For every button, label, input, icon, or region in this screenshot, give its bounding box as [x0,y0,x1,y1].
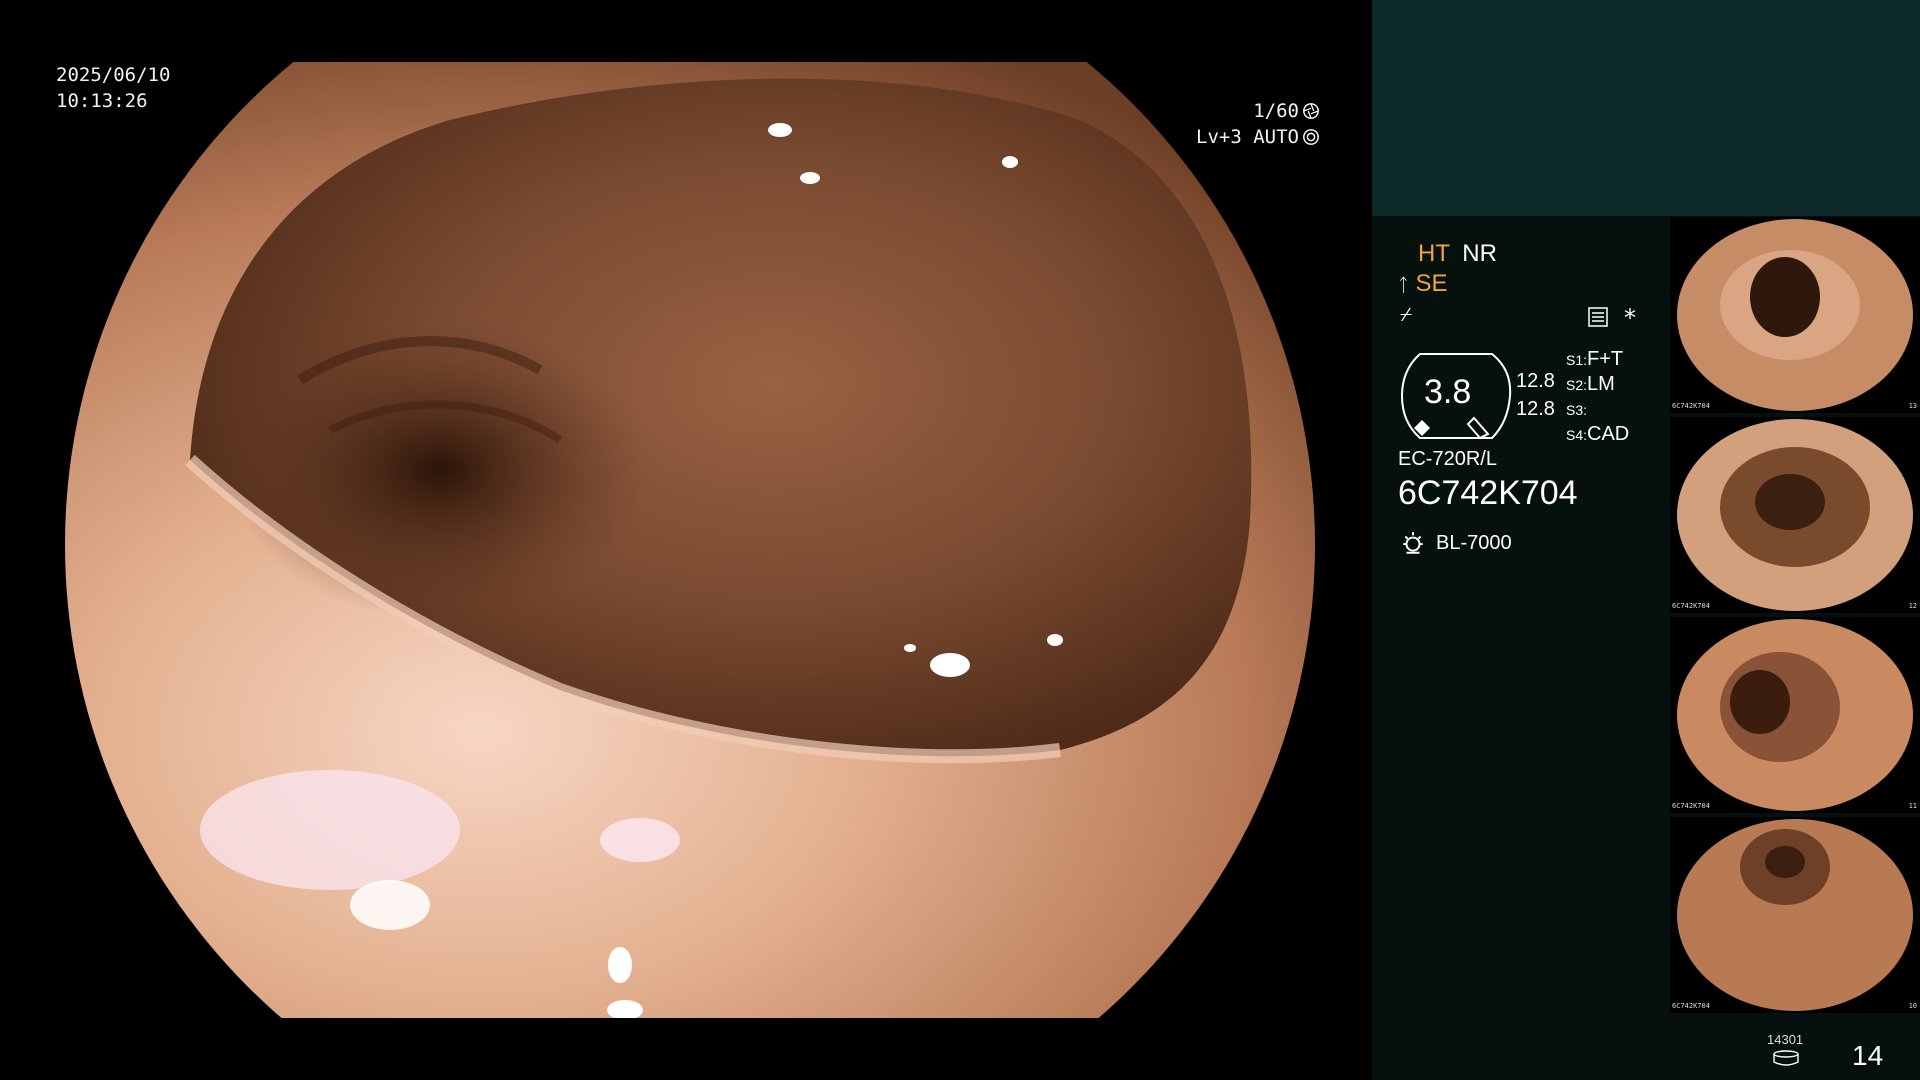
date-time-display: 2025/06/10 10:13:26 [56,62,170,114]
scope-serial: 6C742K704 [1398,474,1578,512]
light-source-model: BL-7000 [1436,532,1512,554]
light-source-icon [1403,532,1423,554]
iris-mode-text: Lv+3 AUTO [1196,126,1299,148]
thumbnail-number: 12 [1908,602,1917,610]
shutter-speed-text: 1/60 [1253,100,1299,122]
value-2: 12.8 [1516,398,1555,420]
settings-icon [1588,307,1608,327]
s2-label: S2: [1566,377,1588,393]
panel-header [1372,0,1920,216]
storage-count: 14301 [1767,1032,1804,1047]
thumbnail-number: 10 [1908,1002,1917,1010]
ht-indicator: HT [1418,240,1450,267]
thumbnail[interactable]: 6C742K704 10 [1670,817,1920,1013]
thumbnail[interactable]: 6C742K704 11 [1670,617,1920,813]
asterisk-icon: * [1624,304,1636,332]
thumbnail-label: 6C742K704 [1672,402,1710,410]
image-number: 14 [1852,1040,1884,1071]
zoom-value: 3.8 [1424,373,1472,411]
thumbnail-strip: 6C742K704 13 6C742K704 12 6C742K704 11 6… [1670,217,1920,1017]
thumbnail-label: 6C742K704 [1672,1002,1710,1010]
enhancement-icon: ᛏ [1398,275,1409,295]
s1-value: F+T [1587,348,1624,370]
s1-label: S1: [1566,352,1588,368]
thumbnail[interactable]: 6C742K704 13 [1670,217,1920,413]
nr-indicator: NR [1462,240,1497,267]
storage-icon [1773,1050,1799,1066]
info-panel: HT NR ᛏ SE ⌿ * 3.8 12.8 12.8 S1:F+T S2:L… [1372,0,1920,1080]
value-1: 12.8 [1516,370,1555,392]
s3-label: S3: [1566,402,1588,418]
endoscopic-image [0,0,1372,1080]
time-text: 10:13:26 [56,90,148,112]
iris-icon [1303,129,1319,145]
thumbnail-number: 13 [1908,402,1917,410]
date-text: 2025/06/10 [56,64,171,86]
s2-value: LM [1587,373,1615,395]
color-mode-icon: ⌿ [1400,302,1412,326]
thumbnail-label: 6C742K704 [1672,602,1710,610]
scope-model: EC-720R/L [1398,448,1497,470]
exposure-display: 1/60 Lv+3 AUTO [1120,98,1320,150]
thumbnail-label: 6C742K704 [1672,802,1710,810]
endoscope-view: 2025/06/10 10:13:26 1/60 Lv+3 AUTO [0,0,1372,1080]
s4-label: S4: [1566,427,1588,443]
s4-value: CAD [1587,423,1630,445]
shutter-icon [1303,103,1319,119]
se-indicator: SE [1415,270,1448,297]
thumbnail[interactable]: 6C742K704 12 [1670,417,1920,613]
thumbnail-number: 11 [1908,802,1917,810]
